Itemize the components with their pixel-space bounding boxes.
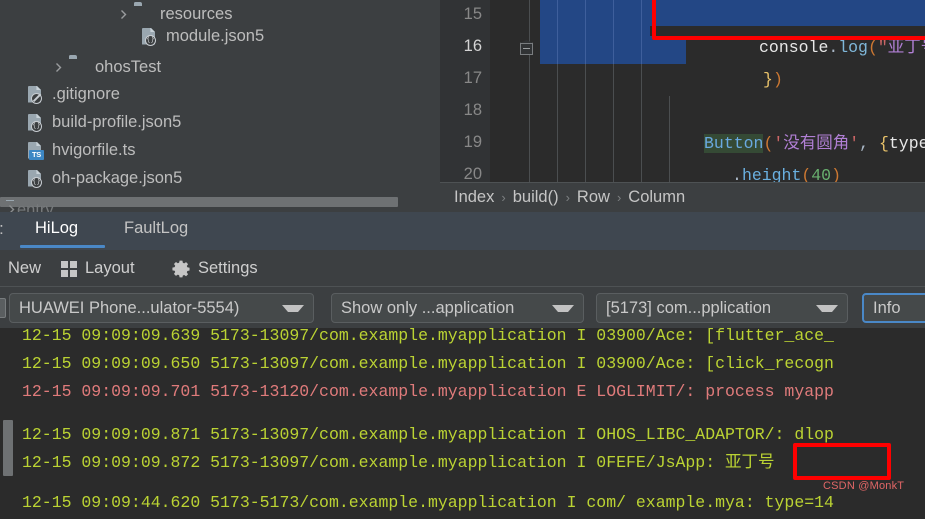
project-tree-pane[interactable]: resources {} module.json5 ohosTest .giti… — [0, 0, 440, 196]
chevron-down-icon[interactable] — [282, 304, 304, 312]
code-editor[interactable]: 15 16 17 18 19 20 console.log("亚丁号") }) — [440, 0, 925, 182]
chevron-right-icon: › — [565, 190, 570, 205]
json5-file-icon: {} — [140, 27, 159, 46]
chevron-right-icon: › — [616, 190, 622, 205]
process-selector[interactable]: [5173] com...pplication — [596, 293, 848, 323]
scrollbar-thumb[interactable] — [0, 197, 398, 207]
layout-button-label: Layout — [85, 259, 135, 277]
tree-item-gitignore[interactable]: .gitignore — [26, 80, 120, 108]
watermark: CSDN @MonkT — [823, 480, 905, 492]
tab-faultlog[interactable]: FaultLog — [124, 219, 188, 238]
tree-item-hvigorfile[interactable]: TS hvigorfile.ts — [26, 136, 135, 164]
device-selector[interactable]: HUAWEI Phone...ulator-5554) — [9, 293, 314, 323]
code-line-16[interactable]: }) — [664, 32, 783, 89]
tree-item-label: oh-package.json5 — [52, 168, 183, 187]
code-token: ' — [849, 134, 860, 153]
scope-selector[interactable]: Show only ...application — [331, 293, 584, 323]
code-token: " — [877, 38, 888, 57]
chevron-right-icon[interactable] — [50, 59, 66, 75]
breadcrumb-item-index[interactable]: Index — [454, 188, 494, 207]
log-scrollbar[interactable] — [0, 328, 16, 519]
scrollbar-thumb[interactable] — [3, 420, 13, 476]
code-token: type — [888, 134, 925, 153]
code-line-18[interactable]: Button('没有圆角', {type: But — [605, 96, 925, 153]
line-number: 20 — [463, 165, 482, 182]
scope-selector-value: Show only ...application — [341, 298, 515, 317]
log-panel-title: g: — [0, 220, 4, 239]
ts-file-icon: TS — [26, 141, 45, 160]
tree-item-label: resources — [160, 4, 233, 23]
device-selector-value: HUAWEI Phone...ulator-5554) — [19, 298, 240, 317]
folder-icon — [69, 58, 88, 77]
line-number: 15 — [463, 5, 482, 23]
json5-file-icon: {} — [26, 169, 45, 188]
log-line: 12-15 09:09:09.871 5173-13097/com.exampl… — [22, 425, 834, 444]
log-line: 12-15 09:09:09.639 5173-13097/com.exampl… — [22, 328, 834, 345]
top-area: resources {} module.json5 ohosTest .giti… — [0, 0, 925, 219]
new-button-label: New — [8, 259, 42, 277]
log-tab-strip[interactable]: g: HiLog FaultLog — [0, 212, 925, 250]
code-line-20[interactable]: .width(120) — [633, 160, 841, 182]
folder-icon — [134, 5, 153, 24]
code-token: 亚丁号 — [887, 38, 925, 57]
tree-item-label: module.json5 — [166, 26, 265, 45]
device-icon — [0, 298, 6, 318]
caret-row-artifact — [650, 26, 925, 36]
settings-button[interactable]: Settings — [172, 250, 258, 287]
log-level-value: Info — [873, 298, 901, 317]
tree-item-ohostest[interactable]: ohosTest — [50, 53, 161, 81]
log-line: 12-15 09:09:09.872 5173-13097/com.exampl… — [22, 453, 775, 472]
code-token: log — [838, 38, 868, 57]
log-line: 12-15 09:09:44.620 5173-5173/com.example… — [22, 493, 834, 512]
json5-file-icon: {} — [26, 113, 45, 132]
line-number: 19 — [463, 133, 482, 151]
line-number: 16 — [463, 37, 482, 55]
log-panel: g: HiLog FaultLog New Layout Se — [0, 212, 925, 519]
chevron-down-icon[interactable] — [816, 304, 838, 312]
editor-gutter[interactable]: 15 16 17 18 19 20 — [440, 0, 490, 182]
line-number: 18 — [463, 101, 482, 119]
gitignore-file-icon — [26, 85, 45, 104]
settings-button-label: Settings — [198, 259, 258, 277]
log-level-selector[interactable]: Info — [862, 293, 925, 323]
tree-item-label: .gitignore — [52, 84, 120, 103]
chevron-down-icon[interactable] — [552, 304, 574, 312]
chevron-right-icon: › — [501, 190, 506, 205]
log-line: 12-15 09:09:09.650 5173-13097/com.exampl… — [22, 354, 834, 373]
code-token: { — [878, 134, 889, 153]
log-toolbar[interactable]: New Layout Settings — [0, 250, 925, 287]
code-text-area[interactable]: console.log("亚丁号") }) Button('没有圆角', {ty… — [490, 0, 925, 182]
breadcrumb-item-build[interactable]: build() — [513, 188, 559, 207]
code-token: } — [763, 70, 773, 89]
tab-active-indicator — [20, 245, 105, 248]
tree-item-build-profile[interactable]: {} build-profile.json5 — [26, 108, 181, 136]
code-token: ) — [772, 70, 783, 89]
code-token: . — [828, 38, 839, 57]
log-filter-bar[interactable]: HUAWEI Phone...ulator-5554) Show only ..… — [0, 288, 925, 328]
breadcrumb-item-row[interactable]: Row — [577, 188, 610, 207]
app-window: resources {} module.json5 ohosTest .giti… — [0, 0, 925, 519]
project-tree-hscrollbar[interactable] — [0, 196, 440, 212]
tree-item-module-json5[interactable]: {} module.json5 — [140, 22, 264, 50]
new-button[interactable]: New — [8, 250, 41, 287]
chevron-right-icon[interactable] — [115, 6, 131, 22]
breadcrumb-item-column[interactable]: Column — [628, 188, 685, 207]
tree-item-label: build-profile.json5 — [52, 112, 182, 131]
log-output[interactable]: 12-15 09:09:09.639 5173-13097/com.exampl… — [0, 328, 925, 519]
log-line: 12-15 09:09:09.701 5173-13120/com.exampl… — [22, 382, 834, 401]
tree-item-label: ohosTest — [95, 57, 162, 76]
breadcrumb[interactable]: Index › build() › Row › Column — [440, 182, 925, 212]
gear-icon — [172, 260, 190, 278]
tree-item-label: hvigorfile.ts — [52, 140, 136, 159]
code-token: , — [859, 134, 879, 153]
tree-item-oh-package[interactable]: {} oh-package.json5 — [26, 164, 182, 192]
code-line-19[interactable]: .height(40) — [633, 128, 841, 182]
code-token: ( — [867, 38, 878, 57]
tab-hilog[interactable]: HiLog — [35, 219, 78, 238]
line-number: 17 — [463, 69, 482, 87]
layout-grid-icon — [61, 260, 77, 277]
layout-button[interactable]: Layout — [61, 250, 135, 287]
process-selector-value: [5173] com...pplication — [606, 298, 772, 317]
